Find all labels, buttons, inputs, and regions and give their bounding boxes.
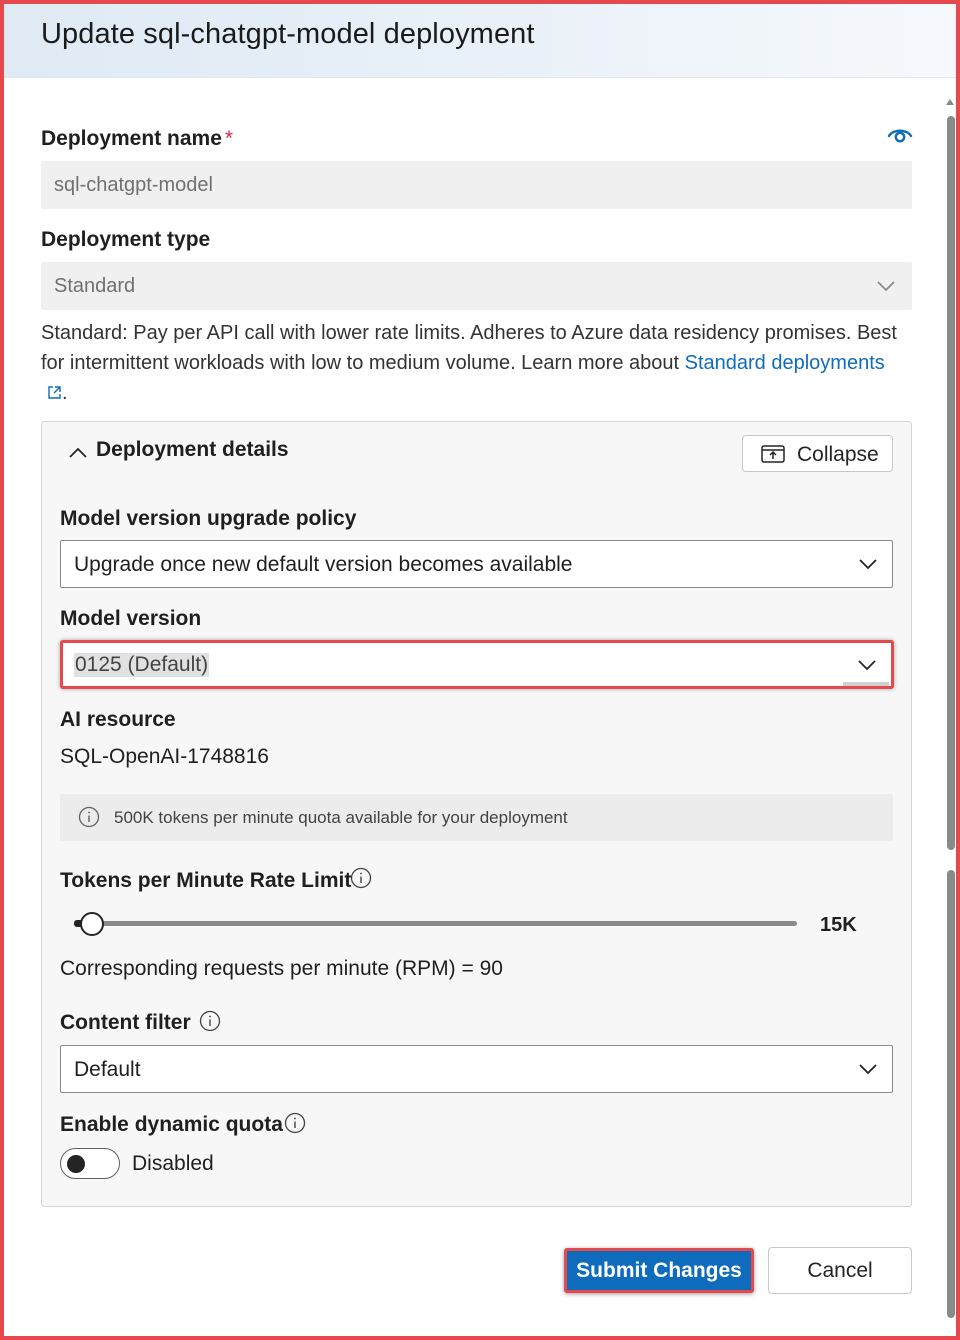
- deployment-type-label: Deployment type: [41, 228, 211, 251]
- deployment-type-value: Standard: [54, 275, 136, 297]
- model-version-label: Model version: [60, 607, 202, 630]
- chevron-up-icon[interactable]: [67, 445, 89, 459]
- collapse-button[interactable]: Collapse: [742, 435, 893, 472]
- model-version-select[interactable]: 0125 (Default): [60, 640, 894, 689]
- quota-info-text: 500K tokens per minute quota available f…: [114, 808, 568, 827]
- external-link-icon: [48, 386, 61, 399]
- submit-changes-label: Submit Changes: [567, 1251, 751, 1290]
- info-icon[interactable]: [350, 867, 372, 889]
- model-version-value: 0125 (Default): [74, 653, 210, 677]
- chevron-down-icon: [877, 281, 895, 292]
- description-end: .: [62, 382, 68, 404]
- scrollbar-thumb-lower[interactable]: [947, 870, 955, 1318]
- upgrade-policy-value: Upgrade once new default version becomes…: [74, 553, 573, 576]
- chevron-down-icon: [859, 1064, 877, 1075]
- info-icon[interactable]: [284, 1112, 306, 1134]
- content-filter-value: Default: [74, 1058, 141, 1081]
- required-marker: *: [224, 127, 234, 150]
- chevron-down-icon: [858, 660, 876, 671]
- info-icon: [78, 806, 100, 828]
- model-version-dropdown-button[interactable]: [843, 645, 889, 686]
- dialog-header: Update sql-chatgpt-model deployment: [4, 4, 956, 78]
- ai-resource-label: AI resource: [60, 708, 176, 731]
- deployment-name-label-text: Deployment name: [41, 127, 222, 150]
- cancel-button[interactable]: Cancel: [768, 1247, 912, 1294]
- dynamic-quota-label: Enable dynamic quota: [60, 1113, 283, 1136]
- chevron-down-icon: [859, 559, 877, 570]
- rate-limit-value: 15K: [820, 914, 857, 936]
- dropdown-shade: [843, 682, 889, 686]
- standard-deployments-link-text: Standard deployments: [684, 352, 885, 374]
- submit-changes-button[interactable]: Submit Changes: [564, 1248, 754, 1293]
- scrollbar-thumb[interactable]: [947, 116, 955, 850]
- deployment-type-description: Standard: Pay per API call with lower ra…: [41, 318, 901, 408]
- dialog-frame: Update sql-chatgpt-model deployment Depl…: [0, 0, 960, 1340]
- deployment-details-title[interactable]: Deployment details: [96, 438, 289, 462]
- scroll-up-arrow[interactable]: [946, 99, 954, 105]
- toggle-knob: [67, 1155, 85, 1173]
- dynamic-quota-state: Disabled: [132, 1152, 214, 1175]
- ai-resource-value: SQL-OpenAI-1748816: [60, 745, 269, 768]
- content-filter-select[interactable]: Default: [60, 1045, 893, 1093]
- eye-icon[interactable]: [887, 126, 913, 146]
- deployment-name-value: sql-chatgpt-model: [54, 174, 213, 196]
- upgrade-policy-label: Model version upgrade policy: [60, 507, 357, 530]
- content-filter-label: Content filter: [60, 1011, 191, 1034]
- deployment-name-field: sql-chatgpt-model: [41, 161, 912, 209]
- deployment-name-label: Deployment name *: [41, 127, 233, 151]
- collapse-icon: [761, 445, 785, 463]
- rate-limit-label: Tokens per Minute Rate Limit: [60, 869, 352, 892]
- upgrade-policy-select[interactable]: Upgrade once new default version becomes…: [60, 540, 893, 588]
- info-icon[interactable]: [199, 1010, 221, 1032]
- collapse-label: Collapse: [797, 443, 879, 466]
- rate-limit-slider-thumb[interactable]: [80, 912, 104, 936]
- rpm-text: Corresponding requests per minute (RPM) …: [60, 957, 503, 980]
- dialog-title: Update sql-chatgpt-model deployment: [41, 18, 535, 50]
- dynamic-quota-toggle[interactable]: [60, 1148, 120, 1179]
- quota-info-bar: 500K tokens per minute quota available f…: [60, 794, 893, 841]
- rate-limit-slider-track[interactable]: [74, 921, 797, 926]
- deployment-type-select: Standard: [41, 262, 912, 310]
